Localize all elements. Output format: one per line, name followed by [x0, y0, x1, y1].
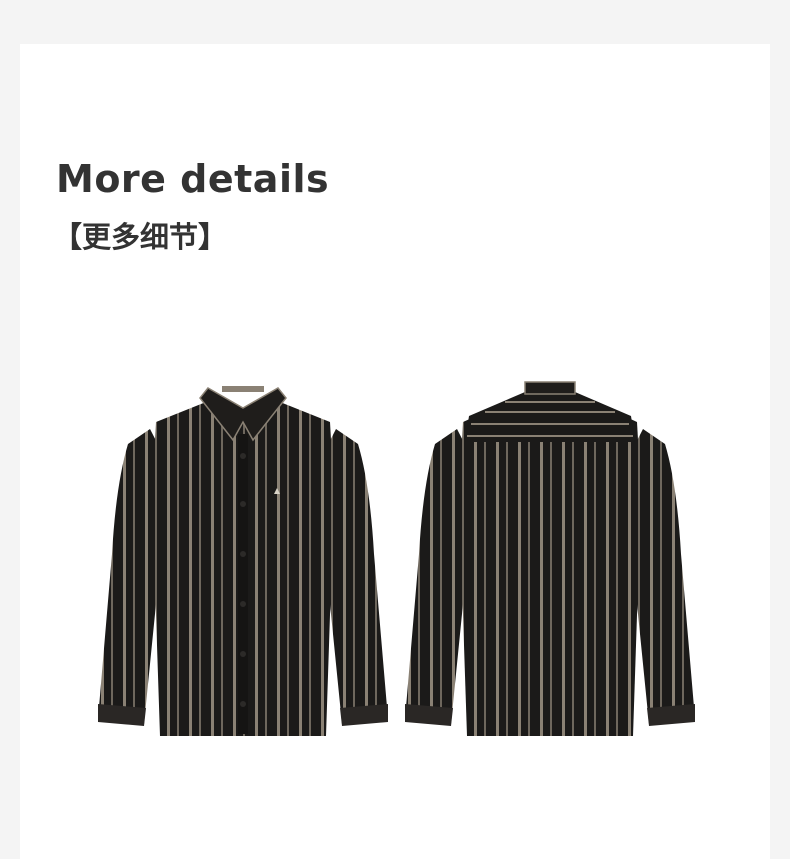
shirt-front-icon: [98, 386, 388, 736]
shirt-back-image: [405, 374, 695, 736]
section-title: More details: [56, 157, 330, 201]
shirt-back-icon: [405, 381, 695, 736]
details-card: More details 【更多细节】: [20, 44, 770, 859]
section-subtitle: 【更多细节】: [53, 220, 228, 254]
shirt-front-image: [98, 374, 388, 736]
